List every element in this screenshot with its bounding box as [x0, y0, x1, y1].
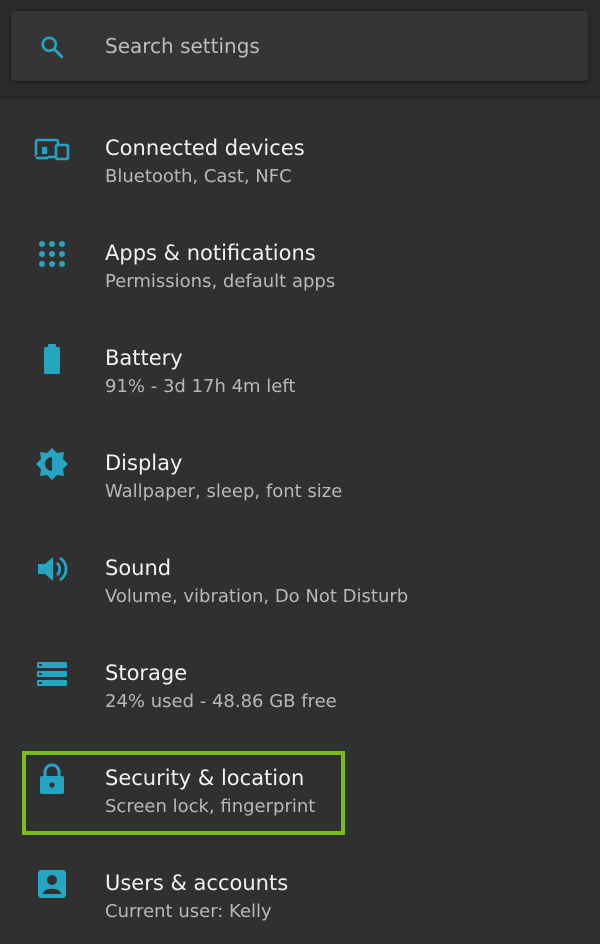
lock-icon	[40, 763, 64, 794]
apps-grid-icon	[39, 240, 65, 267]
settings-item-title: Battery	[105, 346, 183, 370]
settings-item-subtitle: Permissions, default apps	[105, 271, 336, 292]
brightness-icon	[36, 447, 68, 480]
settings-item-apps-notifications[interactable]: Apps & notifications Permissions, defaul…	[0, 201, 600, 306]
settings-item-title: Apps & notifications	[105, 241, 316, 265]
settings-item-display[interactable]: Display Wallpaper, sleep, font size	[0, 411, 600, 516]
settings-item-security-location[interactable]: Security & location Screen lock, fingerp…	[0, 726, 600, 831]
settings-item-subtitle: Wallpaper, sleep, font size	[105, 481, 343, 502]
search-header: Search settings	[0, 0, 600, 96]
settings-item-users-accounts[interactable]: Users & accounts Current user: Kelly	[0, 831, 600, 936]
settings-item-sound[interactable]: Sound Volume, vibration, Do Not Disturb	[0, 516, 600, 621]
settings-item-subtitle: 24% used - 48.86 GB free	[105, 691, 337, 712]
search-input[interactable]: Search settings	[105, 33, 260, 59]
search-icon	[41, 36, 64, 59]
settings-item-title: Display	[105, 451, 183, 475]
settings-item-subtitle: Screen lock, fingerprint	[105, 796, 316, 817]
settings-item-battery[interactable]: Battery 91% - 3d 17h 4m left	[0, 306, 600, 411]
settings-item-subtitle: Volume, vibration, Do Not Disturb	[105, 586, 409, 607]
settings-item-title: Connected devices	[105, 136, 305, 160]
devices-icon	[34, 138, 70, 160]
settings-item-title: Users & accounts	[105, 871, 289, 895]
volume-icon	[38, 556, 68, 581]
settings-item-title: Storage	[105, 661, 188, 685]
settings-item-connected-devices[interactable]: Connected devices Bluetooth, Cast, NFC	[0, 96, 600, 201]
settings-item-subtitle: 91% - 3d 17h 4m left	[105, 376, 296, 397]
search-bar[interactable]: Search settings	[11, 11, 588, 81]
settings-item-title: Sound	[105, 556, 172, 580]
account-box-icon	[38, 869, 66, 898]
settings-item-subtitle: Current user: Kelly	[105, 901, 272, 922]
settings-item-storage[interactable]: Storage 24% used - 48.86 GB free	[0, 621, 600, 726]
storage-icon	[37, 661, 67, 686]
settings-screen: Search settings Connected devices Blueto…	[0, 0, 600, 944]
settings-item-title: Security & location	[105, 766, 305, 790]
settings-item-subtitle: Bluetooth, Cast, NFC	[105, 166, 292, 187]
battery-icon	[44, 343, 60, 374]
